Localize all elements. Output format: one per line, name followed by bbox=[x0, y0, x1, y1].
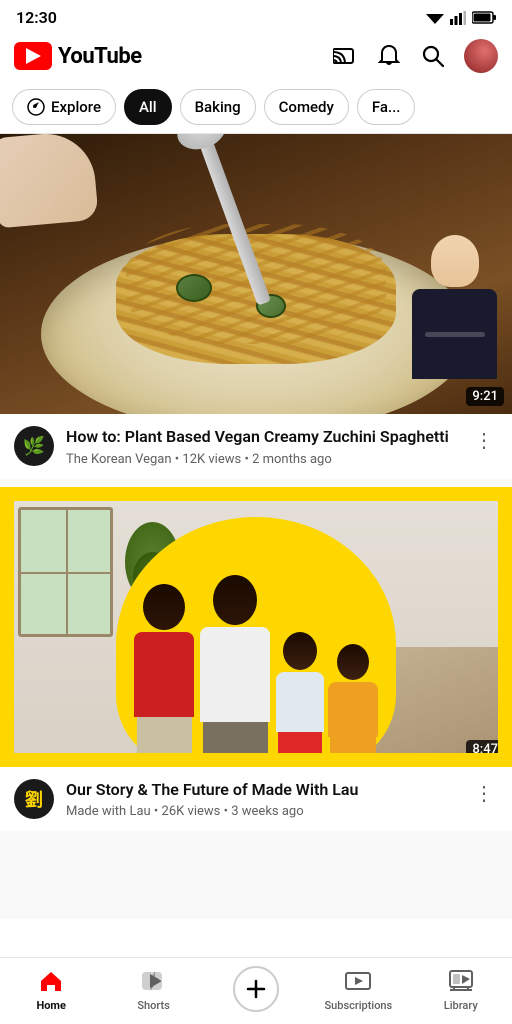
video-subtitle: The Korean Vegan • 12K views • 2 months … bbox=[66, 452, 458, 467]
nav-home[interactable]: Home bbox=[16, 967, 86, 1012]
search-button[interactable] bbox=[420, 43, 446, 69]
nav-subscriptions-label: Subscriptions bbox=[324, 999, 392, 1012]
compass-icon bbox=[27, 98, 45, 116]
avatar-image bbox=[464, 39, 498, 73]
app-title: YouTube bbox=[58, 44, 142, 69]
status-icons bbox=[426, 11, 496, 25]
signal-icon bbox=[450, 11, 466, 25]
video-meta: How to: Plant Based Vegan Creamy Zuchini… bbox=[66, 426, 458, 467]
filter-comedy-chip[interactable]: Comedy bbox=[264, 89, 349, 125]
home-icon bbox=[37, 967, 65, 995]
nav-library-label: Library bbox=[444, 999, 478, 1012]
battery-icon bbox=[472, 11, 496, 24]
explore-chip[interactable]: Explore bbox=[12, 89, 116, 125]
view-count: 12K views bbox=[182, 452, 241, 467]
subscriptions-icon bbox=[344, 967, 372, 995]
video-thumbnail[interactable]: 9:21 bbox=[0, 134, 512, 414]
video-thumbnail[interactable]: 8:47 bbox=[0, 487, 512, 767]
video-feed: 9:21 🌿 How to: Plant Based Vegan Creamy … bbox=[0, 134, 512, 919]
youtube-logo[interactable]: YouTube bbox=[14, 42, 142, 70]
video-menu-button[interactable]: ⋮ bbox=[470, 426, 498, 454]
filter-baking-chip[interactable]: Baking bbox=[180, 89, 256, 125]
video-subtitle: Made with Lau • 26K views • 3 weeks ago bbox=[66, 804, 458, 819]
nav-home-label: Home bbox=[36, 999, 65, 1012]
separator: • bbox=[154, 804, 162, 819]
channel-symbol: 劉 bbox=[25, 786, 43, 812]
video-info: 🌿 How to: Plant Based Vegan Creamy Zuchi… bbox=[0, 414, 512, 479]
video-info: 劉 Our Story & The Future of Made With La… bbox=[0, 767, 512, 832]
notifications-button[interactable] bbox=[376, 43, 402, 69]
user-avatar[interactable] bbox=[464, 39, 498, 73]
thumbnail-image bbox=[0, 134, 512, 414]
header-actions bbox=[332, 39, 498, 73]
channel-name[interactable]: The Korean Vegan bbox=[66, 452, 172, 467]
duration-badge: 9:21 bbox=[466, 387, 504, 406]
filter-all-chip[interactable]: All bbox=[124, 89, 172, 125]
view-count: 26K views bbox=[162, 804, 221, 819]
nav-shorts[interactable]: Shorts bbox=[119, 967, 189, 1012]
channel-name[interactable]: Made with Lau bbox=[66, 804, 151, 819]
video-title[interactable]: How to: Plant Based Vegan Creamy Zuchini… bbox=[66, 426, 458, 448]
channel-avatar[interactable]: 劉 bbox=[14, 779, 54, 819]
separator2: • bbox=[244, 452, 252, 467]
video-meta: Our Story & The Future of Made With Lau … bbox=[66, 779, 458, 820]
library-icon bbox=[447, 967, 475, 995]
thumbnail-image bbox=[0, 487, 512, 767]
shorts-icon bbox=[140, 967, 168, 995]
youtube-logo-icon bbox=[14, 42, 52, 70]
video-card: 9:21 🌿 How to: Plant Based Vegan Creamy … bbox=[0, 134, 512, 479]
video-age: 2 months ago bbox=[252, 452, 332, 467]
wifi-icon bbox=[426, 11, 444, 25]
status-bar: 12:30 bbox=[0, 0, 512, 31]
duration-badge: 8:47 bbox=[466, 740, 504, 759]
channel-avatar[interactable]: 🌿 bbox=[14, 426, 54, 466]
nav-create[interactable] bbox=[221, 966, 291, 1012]
video-menu-button[interactable]: ⋮ bbox=[470, 779, 498, 807]
nav-subscriptions[interactable]: Subscriptions bbox=[323, 967, 393, 1012]
video-age: 3 weeks ago bbox=[231, 804, 303, 819]
bottom-navigation: Home Shorts Subscript bbox=[0, 957, 512, 1024]
nav-shorts-label: Shorts bbox=[137, 999, 170, 1012]
filter-bar: Explore All Baking Comedy Fa... bbox=[0, 83, 512, 134]
video-title[interactable]: Our Story & The Future of Made With Lau bbox=[66, 779, 458, 801]
video-card: 8:47 劉 Our Story & The Future of Made Wi… bbox=[0, 487, 512, 832]
nav-library[interactable]: Library bbox=[426, 967, 496, 1012]
create-button[interactable] bbox=[233, 966, 279, 1012]
filter-more-chip[interactable]: Fa... bbox=[357, 89, 416, 125]
status-time: 12:30 bbox=[16, 8, 57, 27]
cast-button[interactable] bbox=[332, 43, 358, 69]
app-header: YouTube bbox=[0, 31, 512, 83]
